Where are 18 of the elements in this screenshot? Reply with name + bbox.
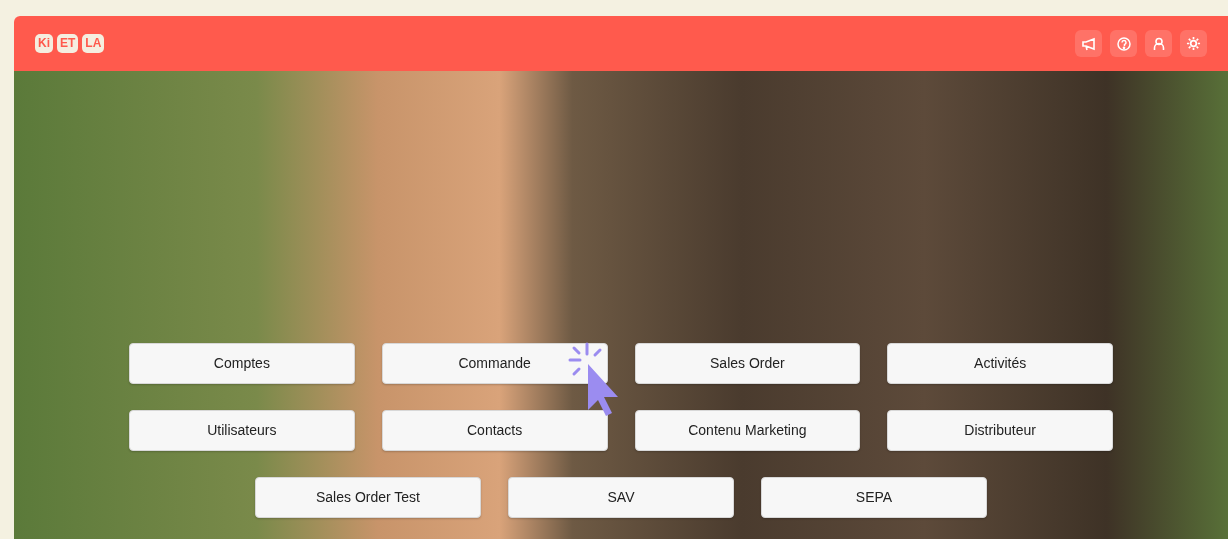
menu-button[interactable]: Commande — [381, 343, 608, 384]
menu-button[interactable]: Utilisateurs — [129, 410, 355, 451]
menu-button[interactable]: Sales Order Test — [255, 477, 481, 518]
menu-button[interactable]: SEPA — [761, 477, 987, 518]
menu-button[interactable]: Activités — [887, 343, 1113, 384]
menu-button[interactable]: Sales Order — [634, 343, 861, 384]
menu-button[interactable]: SAV — [508, 477, 734, 518]
megaphone-icon[interactable] — [1075, 30, 1102, 57]
menu-button[interactable]: Comptes — [129, 343, 355, 384]
menu-button[interactable]: Contacts — [381, 410, 608, 451]
logo-tile: Ki — [35, 34, 53, 53]
menu-button[interactable]: Contenu Marketing — [634, 410, 861, 451]
user-icon[interactable] — [1145, 30, 1172, 57]
logo-tile: ET — [57, 34, 79, 53]
logo-tile: LA — [82, 34, 105, 53]
menu-button[interactable]: Distributeur — [887, 410, 1113, 451]
help-icon[interactable] — [1110, 30, 1137, 57]
settings-icon[interactable] — [1180, 30, 1207, 57]
